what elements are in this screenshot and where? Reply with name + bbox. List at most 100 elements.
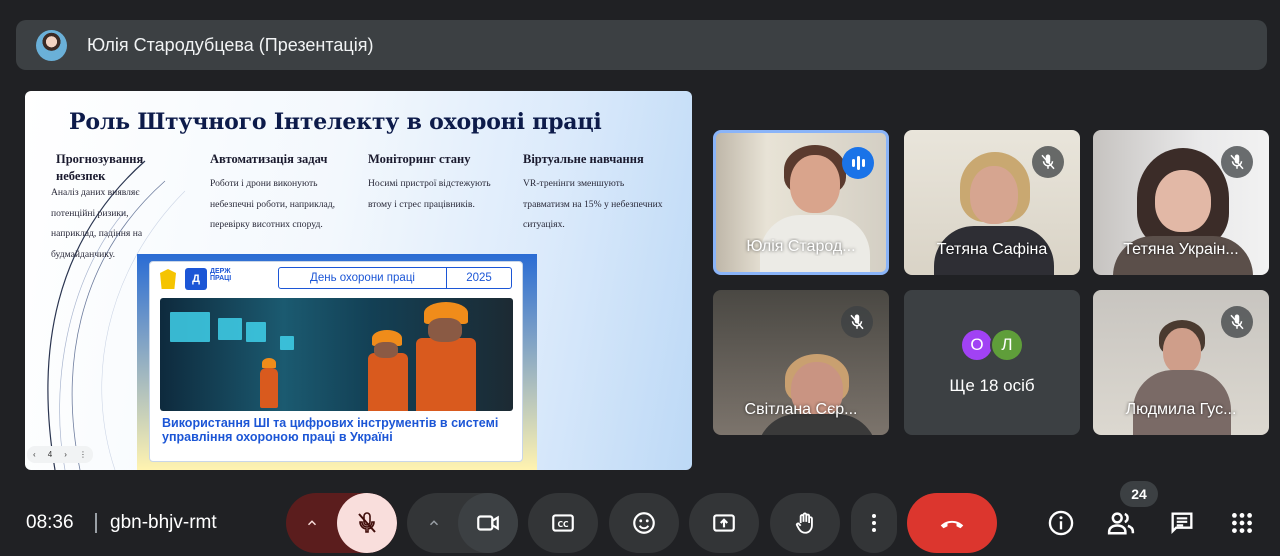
presentation-slide: Роль Штучного Інтелекту в охороні праці … <box>25 91 692 470</box>
worker-shape <box>368 353 408 411</box>
slide-more-button[interactable]: ⋮ <box>79 450 87 459</box>
slide-column: Моніторинг стану Носимі пристрої відстеж… <box>368 151 508 215</box>
more-avatars: О Л <box>960 328 1024 362</box>
present-screen-button[interactable] <box>689 493 759 553</box>
participant-tile[interactable]: Тетяна Украін... <box>1093 130 1269 275</box>
column-text: Аналіз даних виявляє потенційні ризики, … <box>51 187 143 260</box>
unmute-button[interactable] <box>337 493 397 553</box>
participant-name: Людмила Гус... <box>1125 401 1237 418</box>
monitor-shape <box>280 336 294 350</box>
people-button[interactable] <box>1103 505 1139 541</box>
mic-off-icon <box>1032 146 1064 178</box>
speaking-indicator-icon <box>842 147 874 179</box>
logo-text: ДЕРЖ ПРАЦІ <box>210 268 232 282</box>
meeting-time: 08:36 <box>26 512 74 533</box>
next-slide-button[interactable]: › <box>64 450 67 459</box>
participant-tile[interactable]: Тетяна Сафіна <box>904 130 1080 275</box>
column-text: Носимі пристрої відстежують втому і стре… <box>368 178 491 210</box>
camera-icon <box>477 515 499 531</box>
presenter-title: Юлія Стародубцева (Презентація) <box>87 34 374 55</box>
chat-button[interactable] <box>1164 505 1200 541</box>
emoji-icon <box>633 512 655 534</box>
raise-hand-icon <box>795 512 813 534</box>
participant-avatar: О <box>960 328 994 362</box>
participant-tile[interactable]: Юлія Старод... <box>713 130 889 275</box>
trident-emblem-icon <box>160 269 176 289</box>
participant-tile[interactable]: Світлана Сєр... <box>713 290 889 435</box>
meeting-code: gbn-bhjv-rmt <box>110 512 217 533</box>
poster-caption: Використання ШІ та цифрових інструментів… <box>162 416 499 444</box>
svg-text:CC: CC <box>557 520 569 529</box>
worker-shape <box>416 338 476 411</box>
monitor-shape <box>246 322 266 342</box>
column-heading: Прогнозування небезпек <box>56 152 144 183</box>
person-head <box>1163 328 1201 374</box>
person-head <box>970 166 1018 224</box>
camera-control <box>407 493 518 553</box>
slide-title: Роль Штучного Інтелекту в охороні праці <box>69 109 602 135</box>
chevron-up-icon <box>307 520 317 526</box>
participant-name: Тетяна Украін... <box>1123 241 1239 258</box>
chevron-up-icon <box>429 520 439 526</box>
participant-avatar: Л <box>990 328 1024 362</box>
slide-column: Прогнозування небезпек Аналіз даних вияв… <box>51 151 175 265</box>
more-vert-icon <box>872 514 876 532</box>
poster-card: Д ДЕРЖ ПРАЦІ День охорони праці 2025 Вик… <box>149 261 523 462</box>
mic-off-icon <box>1221 146 1253 178</box>
participant-tile[interactable]: Людмила Гус... <box>1093 290 1269 435</box>
mic-off-icon <box>1221 306 1253 338</box>
divider <box>95 513 97 533</box>
people-icon <box>1107 512 1135 535</box>
more-options-button[interactable] <box>851 493 897 553</box>
audio-options-button[interactable] <box>286 493 338 553</box>
present-screen-icon <box>713 514 735 532</box>
captions-button[interactable]: CC <box>528 493 598 553</box>
dp-logo-icon: Д <box>185 268 207 290</box>
reactions-button[interactable] <box>609 493 679 553</box>
slide-column: Автоматизація задач Роботи і дрони викон… <box>210 151 350 236</box>
presenter-bar: Юлія Стародубцева (Презентація) <box>16 20 1267 70</box>
presenter-avatar <box>36 29 67 61</box>
face-shape <box>374 342 398 358</box>
apps-grid-icon <box>1232 513 1252 533</box>
column-text: Роботи і дрони виконують небезпечні робо… <box>210 178 336 230</box>
activities-button[interactable] <box>1224 505 1260 541</box>
day-year: 2025 <box>466 272 492 284</box>
video-options-button[interactable] <box>407 493 461 553</box>
participant-name: Світлана Сєр... <box>744 401 858 418</box>
workers-photo <box>160 298 513 411</box>
monitor-shape <box>170 312 210 342</box>
face-shape <box>428 318 462 342</box>
raise-hand-button[interactable] <box>770 493 840 553</box>
leave-call-button[interactable] <box>907 493 997 553</box>
person-head <box>790 155 840 213</box>
captions-icon: CC <box>552 514 574 532</box>
camera-button[interactable] <box>458 493 518 553</box>
slide-page-number: 4 <box>47 450 53 459</box>
monitor-shape <box>218 318 242 340</box>
column-heading: Автоматизація задач <box>210 152 328 166</box>
meeting-details-button[interactable] <box>1043 505 1079 541</box>
day-label: День охорони праці <box>279 268 447 288</box>
end-call-icon <box>940 520 964 529</box>
participant-name: Юлія Старод... <box>746 238 856 255</box>
microphone-control <box>286 493 397 553</box>
worker-shape <box>260 368 278 408</box>
participant-name: Тетяна Сафіна <box>936 241 1048 258</box>
chat-icon <box>1171 512 1193 534</box>
slide-column: Віртуальне навчання VR-тренінги зменшуют… <box>523 151 673 236</box>
helmet-shape <box>262 358 276 368</box>
column-text: VR-тренінги зменшують травматизм на 15% … <box>523 178 663 230</box>
more-participants-tile[interactable]: О Л Ще 18 осіб <box>904 290 1080 435</box>
poster-image: Д ДЕРЖ ПРАЦІ День охорони праці 2025 Вик… <box>137 254 537 470</box>
column-heading: Моніторинг стану <box>368 152 471 166</box>
column-heading: Віртуальне навчання <box>523 152 644 166</box>
info-icon <box>1048 510 1074 536</box>
participant-count-badge: 24 <box>1120 481 1158 507</box>
mic-off-icon <box>841 306 873 338</box>
prev-slide-button[interactable]: ‹ <box>33 450 36 459</box>
more-participants-label: Ще 18 осіб <box>949 376 1035 395</box>
mic-off-icon <box>358 512 376 533</box>
slide-navigation[interactable]: ‹ 4 › ⋮ <box>27 446 93 463</box>
day-label-pill: День охорони праці 2025 <box>278 267 512 289</box>
